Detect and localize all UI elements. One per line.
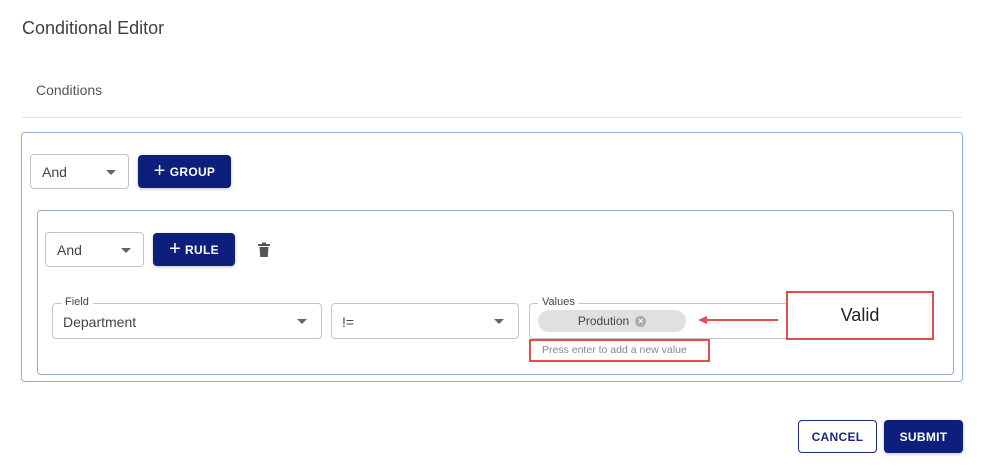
group-combinator-value: And xyxy=(42,163,67,180)
chevron-down-icon xyxy=(106,169,116,175)
chevron-down-icon xyxy=(121,247,131,253)
group-combinator-select[interactable]: And xyxy=(30,154,129,189)
plus-icon: + xyxy=(169,237,182,260)
chevron-down-icon xyxy=(297,319,307,324)
tab-divider xyxy=(22,117,962,118)
chevron-down-icon xyxy=(494,319,504,324)
rule-group-combinator-value: And xyxy=(57,241,82,258)
field-select[interactable]: Field Department xyxy=(52,296,322,339)
add-rule-label: RULE xyxy=(185,242,219,257)
values-label: Values xyxy=(538,296,579,308)
delete-icon[interactable] xyxy=(256,242,272,258)
field-value: Department xyxy=(63,314,137,330)
plus-icon: + xyxy=(153,159,166,182)
add-rule-button[interactable]: + RULE xyxy=(153,233,235,266)
add-group-label: GROUP xyxy=(169,164,216,179)
tab-conditions[interactable]: Conditions xyxy=(36,82,102,98)
rule-group-combinator-select[interactable]: And xyxy=(45,232,144,267)
cancel-button[interactable]: CANCEL xyxy=(798,420,877,453)
add-group-button[interactable]: + GROUP xyxy=(138,155,231,188)
close-icon[interactable]: × xyxy=(635,315,647,327)
conditional-editor-dialog: Conditional Editor Conditions And + GROU… xyxy=(0,0,984,467)
annotation-valid-label: Valid xyxy=(786,291,934,340)
operator-select[interactable]: != xyxy=(331,303,519,339)
annotation-arrow-icon xyxy=(698,316,778,324)
dialog-title: Conditional Editor xyxy=(22,18,165,38)
values-helper-text: Press enter to add a new value xyxy=(529,339,710,362)
value-chip[interactable]: Prodution × xyxy=(538,310,686,332)
submit-button[interactable]: SUBMIT xyxy=(884,420,963,453)
value-chip-label: Prodution xyxy=(577,314,630,328)
field-label: Field xyxy=(61,296,93,308)
operator-value: != xyxy=(342,314,355,330)
